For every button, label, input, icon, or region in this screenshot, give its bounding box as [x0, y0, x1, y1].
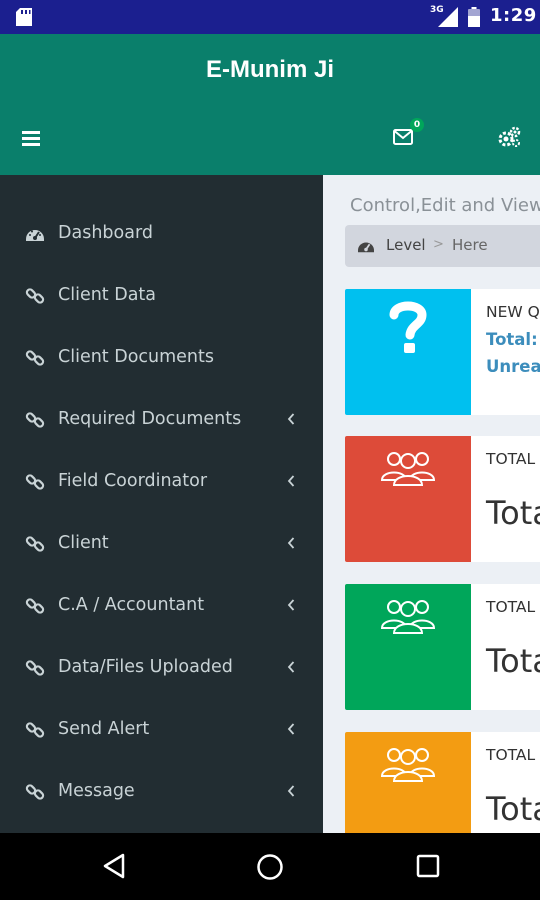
chevron-left-icon	[287, 537, 295, 549]
info-box-value: Total	[486, 642, 540, 680]
sidebar-item-label: Required Documents	[58, 409, 242, 429]
sidebar-item-label: Dashboard	[58, 223, 153, 243]
chevron-left-icon	[287, 723, 295, 735]
info-box-total-link[interactable]: Total:	[486, 330, 538, 349]
sd-card-icon	[16, 8, 32, 26]
sidebar-item-label: Client Documents	[58, 347, 215, 367]
sidebar: Dashboard Client Data Client Documents R…	[0, 175, 323, 833]
battery-icon	[468, 7, 480, 27]
link-icon	[25, 660, 45, 676]
info-box-icon-pane	[345, 289, 471, 415]
sidebar-item-label: Field Coordinator	[58, 471, 208, 491]
users-icon	[380, 748, 436, 782]
recent-apps-icon[interactable]	[416, 854, 440, 878]
link-icon	[25, 288, 45, 304]
sidebar-item-dashboard[interactable]: Dashboard	[0, 204, 323, 266]
signal-icon	[438, 7, 458, 27]
clock: 1:29	[490, 5, 537, 26]
chevron-left-icon	[287, 785, 295, 797]
sidebar-item-data-files-uploaded[interactable]: Data/Files Uploaded	[0, 638, 323, 700]
sidebar-item-label: Send Alert	[58, 719, 150, 739]
app-header: E-Munim Ji 0	[0, 34, 540, 175]
link-icon	[25, 536, 45, 552]
sidebar-item-ca-accountant[interactable]: C.A / Accountant	[0, 576, 323, 638]
status-bar: 3G 1:29	[0, 0, 540, 34]
mail-icon[interactable]	[393, 129, 413, 145]
sidebar-item-send-alert[interactable]: Send Alert	[0, 700, 323, 762]
chevron-left-icon	[287, 599, 295, 611]
link-icon	[25, 722, 45, 738]
info-box-icon-pane	[345, 436, 471, 562]
back-icon[interactable]	[102, 853, 126, 879]
link-icon	[25, 412, 45, 428]
system-navigation-bar	[0, 833, 540, 900]
question-icon	[389, 301, 427, 353]
info-box-total-red[interactable]: TOTAL Total	[345, 436, 540, 562]
link-icon	[25, 784, 45, 800]
info-box-unread-link[interactable]: Unread	[486, 357, 540, 376]
breadcrumb-current: Here	[452, 236, 488, 254]
sidebar-item-required-documents[interactable]: Required Documents	[0, 390, 323, 452]
app-title: E-Munim Ji	[205, 56, 334, 83]
breadcrumb: Level > Here	[345, 225, 540, 267]
info-box-title: TOTAL	[486, 598, 536, 616]
dashboard-icon	[358, 242, 374, 253]
users-icon	[380, 452, 436, 486]
info-box-title: NEW Q	[486, 303, 540, 321]
mail-count-badge: 0	[410, 118, 424, 132]
sidebar-item-label: Message	[58, 781, 135, 801]
info-box-new-queries[interactable]: NEW Q Total: Unread	[345, 289, 540, 415]
sidebar-item-client-data[interactable]: Client Data	[0, 266, 323, 328]
breadcrumb-separator: >	[433, 237, 444, 252]
breadcrumb-level-link[interactable]: Level	[386, 236, 426, 254]
info-box-icon-pane	[345, 732, 471, 833]
sidebar-item-client[interactable]: Client	[0, 514, 323, 576]
sidebar-item-field-coordinator[interactable]: Field Coordinator	[0, 452, 323, 514]
info-box-total-green[interactable]: TOTAL Total	[345, 584, 540, 710]
sidebar-item-label: Data/Files Uploaded	[58, 657, 233, 677]
info-box-title: TOTAL	[486, 746, 536, 764]
link-icon	[25, 598, 45, 614]
sidebar-item-label: C.A / Accountant	[58, 595, 205, 615]
home-icon[interactable]	[256, 853, 284, 881]
page-header: Control,Edit and View	[350, 195, 540, 216]
info-box-value: Total	[486, 494, 540, 532]
gears-icon[interactable]	[497, 126, 521, 148]
sidebar-item-client-documents[interactable]: Client Documents	[0, 328, 323, 390]
sidebar-item-message[interactable]: Message	[0, 762, 323, 824]
link-icon	[25, 350, 45, 366]
info-box-title: TOTAL	[486, 450, 536, 468]
main-content: Control,Edit and View Level > Here NEW Q…	[323, 175, 540, 833]
chevron-left-icon	[287, 661, 295, 673]
sidebar-item-label: Client	[58, 533, 109, 553]
hamburger-menu-icon[interactable]	[22, 130, 40, 146]
chevron-left-icon	[287, 413, 295, 425]
info-box-total-orange[interactable]: TOTAL Total	[345, 732, 540, 833]
info-box-value: Total	[486, 790, 540, 828]
chevron-left-icon	[287, 475, 295, 487]
dashboard-icon	[26, 230, 44, 241]
link-icon	[25, 474, 45, 490]
info-box-icon-pane	[345, 584, 471, 710]
users-icon	[380, 600, 436, 634]
sidebar-item-label: Client Data	[58, 285, 157, 305]
